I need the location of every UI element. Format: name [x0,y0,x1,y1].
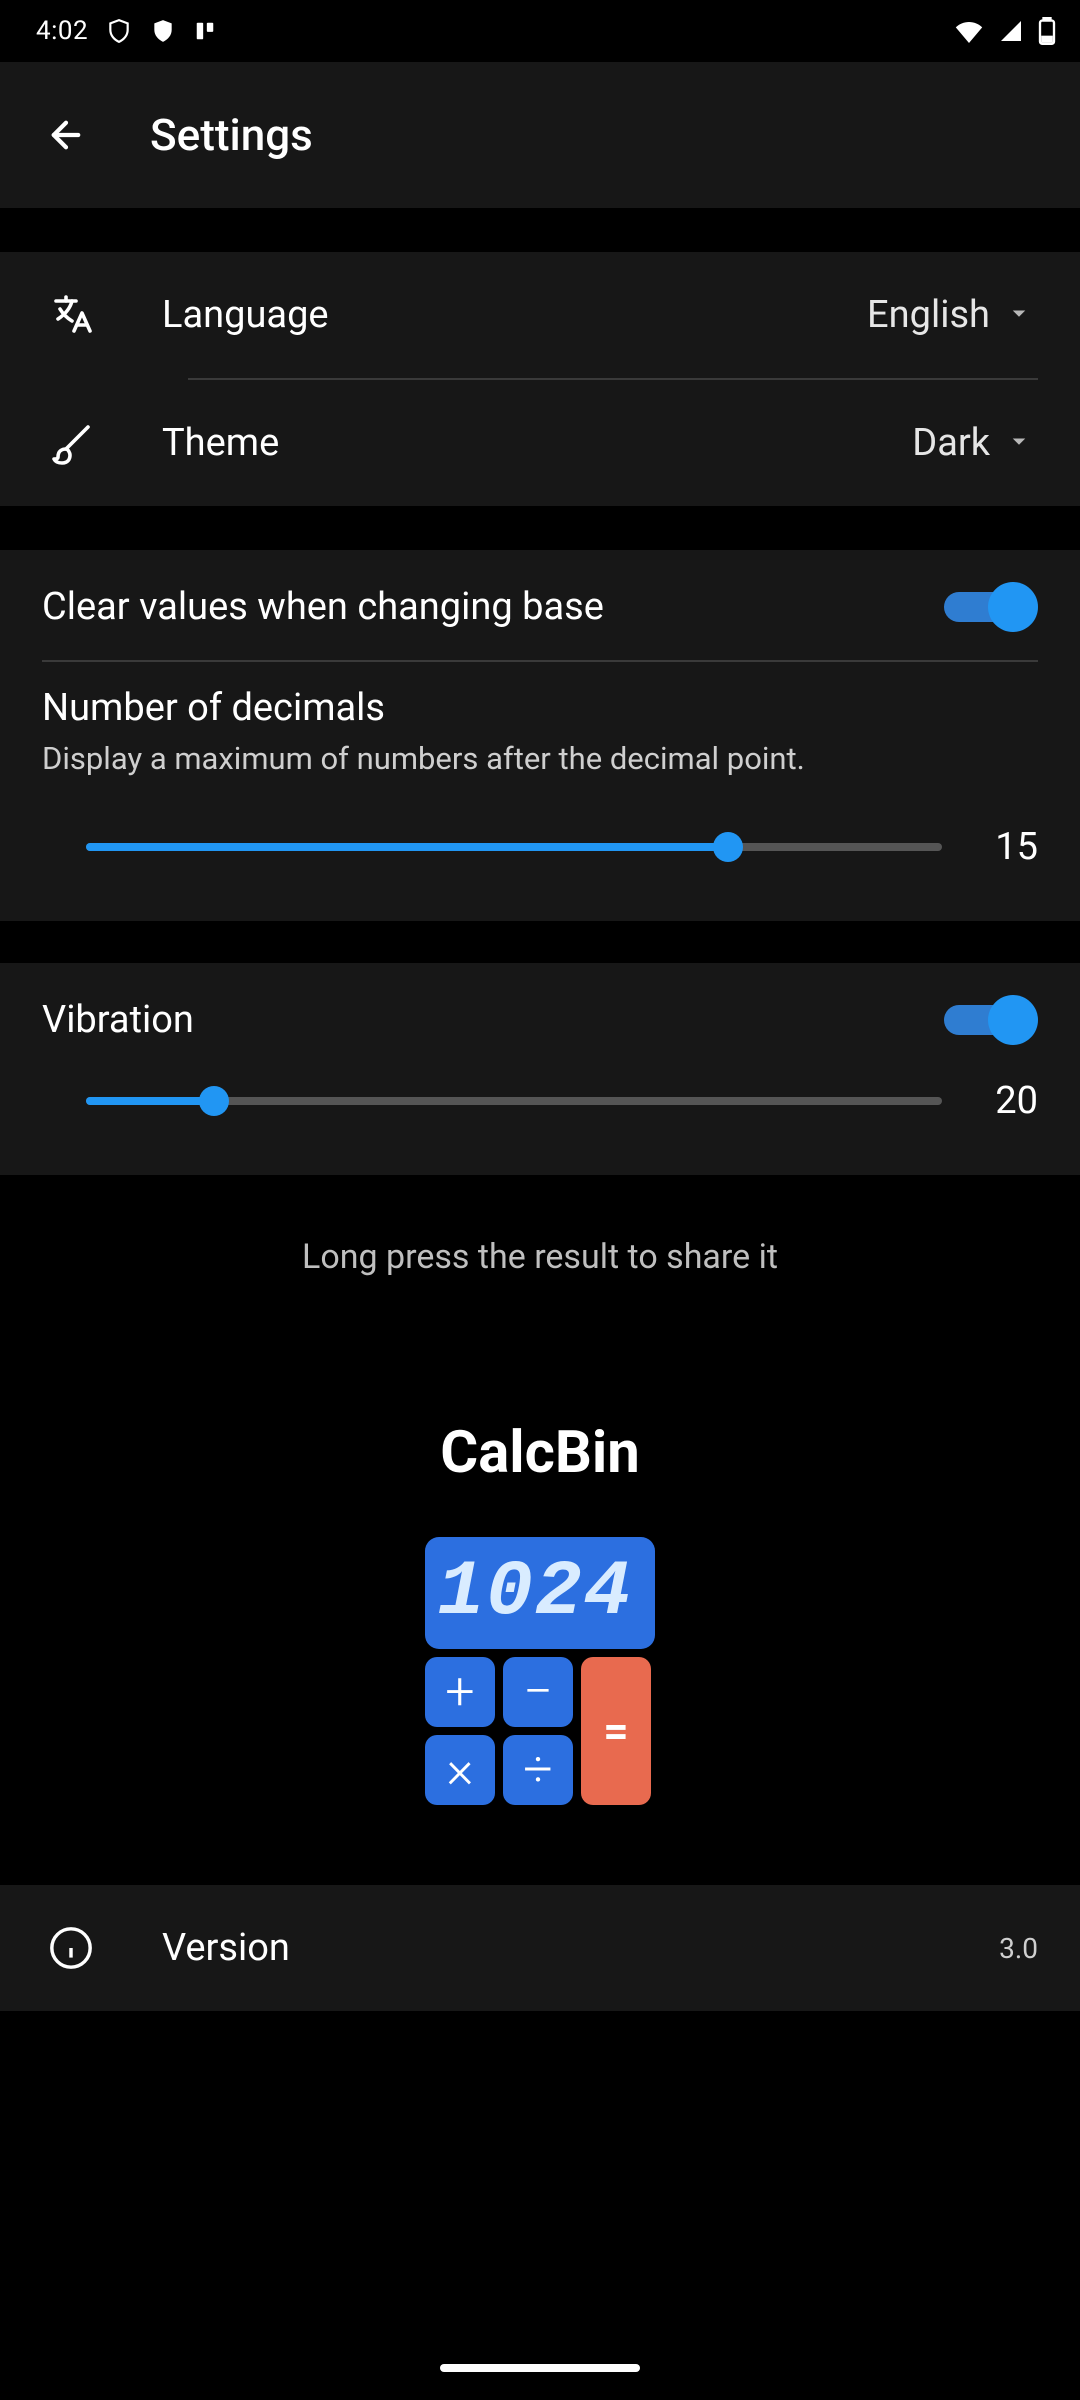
more-apps-icon [194,20,216,42]
logo-plus-icon: + [425,1657,495,1727]
status-bar: 4:02 [0,0,1080,62]
vibration-label: Vibration [42,998,944,1042]
vibration-section: Vibration 20 [0,963,1080,1175]
brush-icon [42,413,102,473]
status-time: 4:02 [36,16,88,46]
navigation-bar [0,2336,1080,2400]
app-bar: Settings [0,62,1080,208]
dropdown-icon [1004,426,1038,460]
privacy-shield-icon [106,18,132,44]
logo-equals-icon: = [581,1657,651,1805]
vibration-value: 20 [984,1079,1038,1123]
dropdown-icon [1004,298,1038,332]
appearance-section: Language English Theme Dark [0,252,1080,506]
decimals-value: 15 [984,825,1038,869]
back-button[interactable] [38,107,94,163]
share-hint: Long press the result to share it [0,1175,1080,1339]
version-section: Version 3.0 [0,1885,1080,2011]
logo-minus-icon: − [503,1657,573,1727]
decimals-title: Number of decimals [0,662,1080,740]
vibration-row[interactable]: Vibration [0,963,1080,1073]
battery-icon [1038,17,1056,45]
logo-divide-icon: ÷ [503,1735,573,1805]
info-icon [42,1919,100,1977]
vibration-slider[interactable] [86,1097,942,1105]
vibration-toggle[interactable] [944,995,1038,1045]
decimals-slider[interactable] [86,843,942,851]
theme-value: Dark [912,421,990,465]
clear-values-row[interactable]: Clear values when changing base [0,550,1080,660]
theme-label: Theme [162,421,912,465]
app-name: CalcBin [0,1339,1080,1537]
version-label: Version [162,1926,999,1970]
clear-values-label: Clear values when changing base [42,585,944,629]
theme-row[interactable]: Theme Dark [0,380,1080,506]
page-title: Settings [150,109,313,161]
app-logo: 1024 + × − ÷ = [0,1537,1080,1885]
home-indicator[interactable] [440,2364,640,2372]
logo-display: 1024 [425,1537,655,1649]
about-section: CalcBin 1024 + × − ÷ = [0,1339,1080,1885]
shield-check-icon [150,18,176,44]
signal-icon [998,19,1024,43]
decimals-subtitle: Display a maximum of numbers after the d… [0,740,1080,819]
logo-multiply-icon: × [425,1735,495,1805]
language-label: Language [162,293,867,337]
language-value: English [867,293,990,337]
vibration-slider-fill [86,1097,214,1105]
language-icon [42,285,102,345]
values-section: Clear values when changing base Number o… [0,550,1080,921]
language-row[interactable]: Language English [0,252,1080,378]
wifi-icon [954,19,984,43]
vibration-slider-knob[interactable] [199,1086,229,1116]
version-row[interactable]: Version 3.0 [0,1885,1080,2011]
decimals-slider-knob[interactable] [713,832,743,862]
decimals-slider-fill [86,843,728,851]
version-value: 3.0 [999,1932,1038,1965]
clear-values-toggle[interactable] [944,582,1038,632]
